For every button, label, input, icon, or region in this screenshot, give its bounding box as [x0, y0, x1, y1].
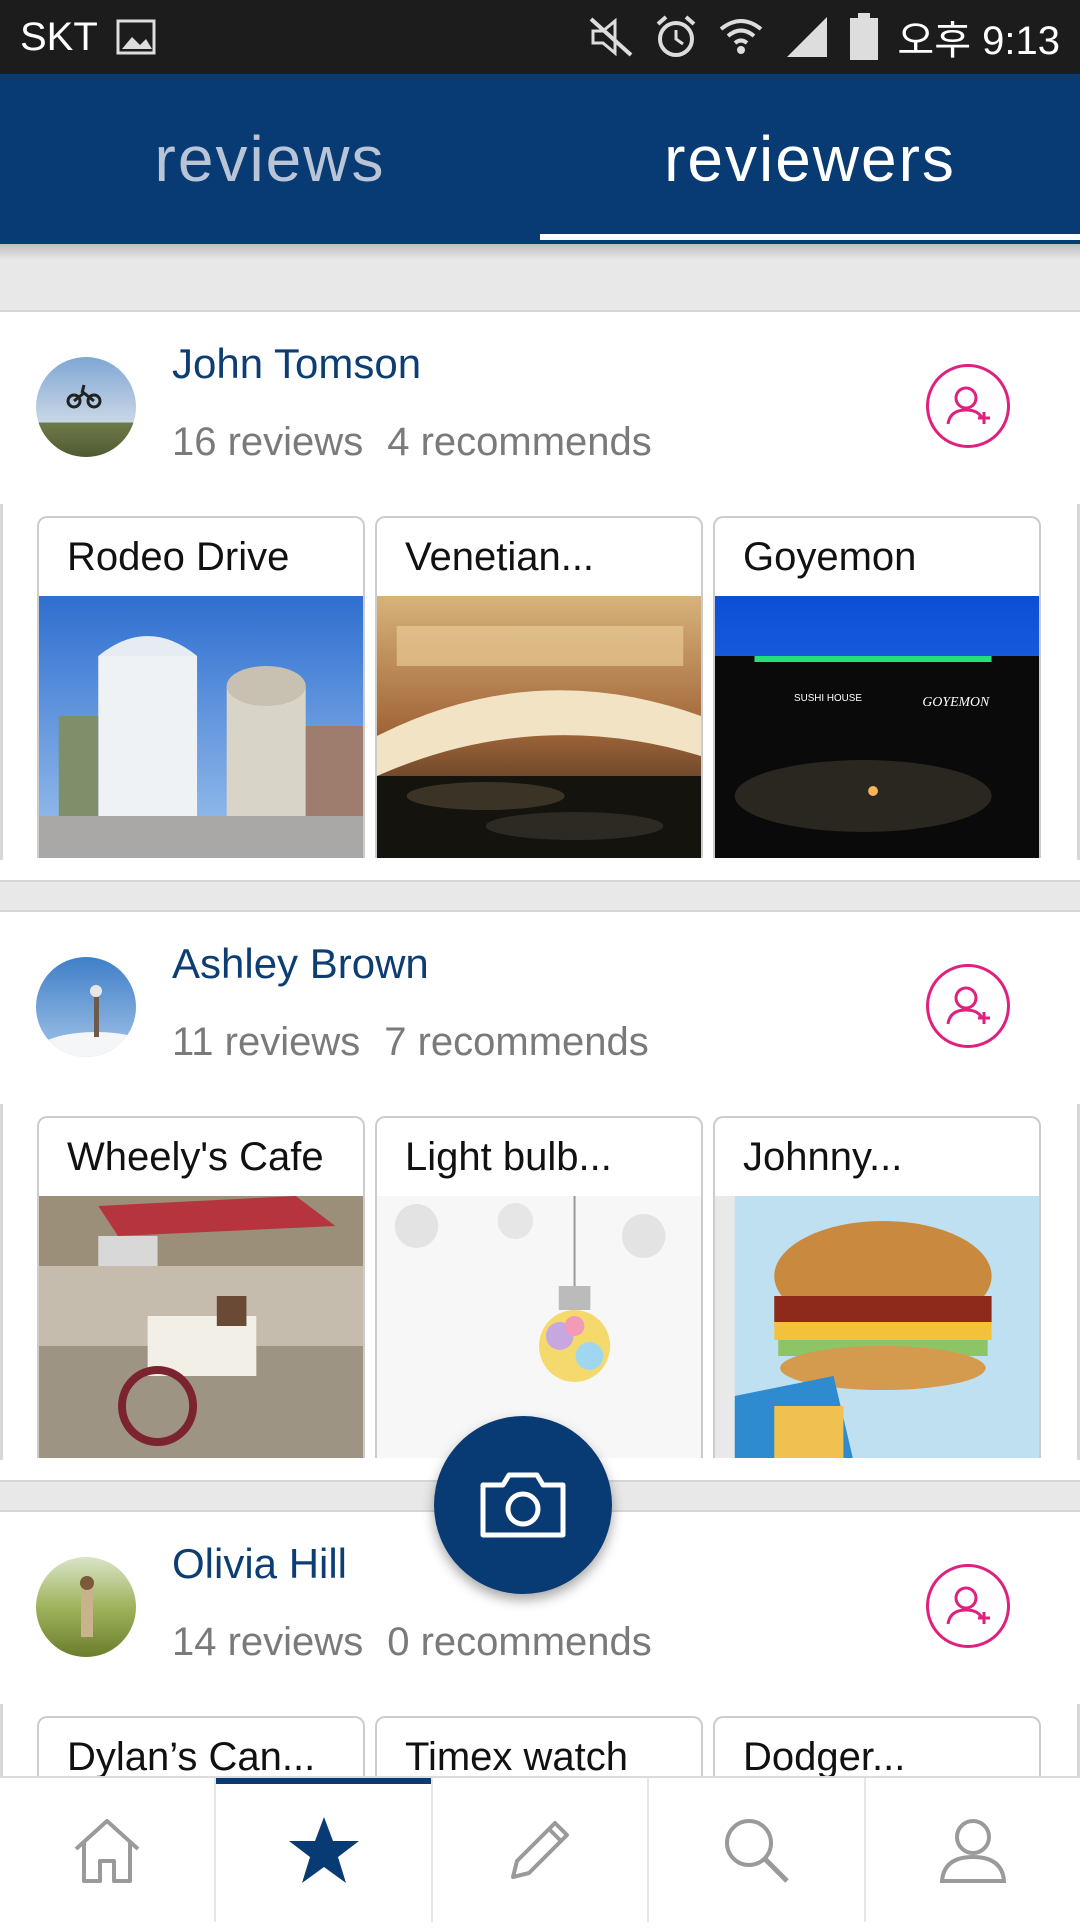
alarm-icon [653, 13, 699, 61]
avatar[interactable] [36, 1557, 136, 1657]
place-title: Light bulb... [405, 1135, 612, 1179]
avatar[interactable] [36, 957, 136, 1057]
nav-active-indicator [216, 1778, 431, 1784]
place-card[interactable]: Wheely's Cafe [37, 1116, 365, 1458]
tab-reviewers-label: reviewers [664, 123, 956, 195]
sign-text: GOYEMON [922, 695, 990, 710]
mute-icon [587, 13, 635, 61]
reviewer-name[interactable]: John Tomson [172, 340, 421, 388]
nav-write[interactable] [433, 1778, 650, 1922]
add-user-icon [946, 386, 990, 425]
carrier-label: SKT [20, 14, 98, 59]
place-photo [39, 1196, 363, 1458]
battery-icon [849, 13, 879, 61]
wifi-icon [717, 13, 765, 61]
place-title: Wheely's Cafe [67, 1135, 324, 1179]
camera-button[interactable] [434, 1416, 612, 1594]
nav-favorites[interactable] [216, 1778, 433, 1922]
place-photo [715, 1196, 1039, 1458]
reviewer-stats: 16 reviews 4 recommends [172, 420, 652, 465]
review-count: 16 reviews [172, 420, 364, 464]
add-user-icon [946, 986, 990, 1025]
signal-icon [783, 13, 831, 61]
place-photo: SUSHI HOUSE GOYEMON [715, 596, 1039, 858]
tab-reviewers[interactable]: reviewers [540, 74, 1080, 244]
search-icon [725, 1819, 790, 1883]
recommend-count: 7 recommends [384, 1020, 649, 1064]
places-row: Rodeo Drive Venetian... Goyemon SUSHI HO… [0, 504, 1080, 860]
pencil-icon [511, 1821, 570, 1879]
tab-bar: reviews reviewers [0, 74, 1080, 244]
place-card[interactable]: Venetian... [375, 516, 703, 858]
recommend-count: 0 recommends [387, 1620, 652, 1664]
header-shadow [0, 244, 1080, 260]
place-title: Johnny... [743, 1135, 903, 1179]
reviewer-card: John Tomson 16 reviews 4 recommends Rodeo… [0, 310, 1080, 882]
nav-search[interactable] [649, 1778, 866, 1922]
place-title: Venetian... [405, 535, 595, 579]
avatar[interactable] [36, 357, 136, 457]
add-user-icon [946, 1586, 990, 1625]
image-icon [116, 13, 156, 61]
tab-reviews-label: reviews [154, 123, 386, 195]
clock: 오후 9:13 [897, 19, 1060, 63]
reviewer-stats: 14 reviews 0 recommends [172, 1620, 652, 1665]
follow-button[interactable] [926, 964, 1010, 1048]
nav-profile[interactable] [866, 1778, 1080, 1922]
sign-subtitle: SUSHI HOUSE [794, 693, 862, 704]
place-title: Goyemon [743, 535, 917, 579]
star-icon [288, 1817, 359, 1883]
recommend-count: 4 recommends [387, 420, 652, 464]
camera-icon [480, 1472, 566, 1538]
reviewer-name[interactable]: Olivia Hill [172, 1540, 347, 1588]
places-row: Dylan’s Can... Timex watch Dodger... [0, 1704, 1080, 1794]
bottom-nav [0, 1776, 1080, 1922]
place-card[interactable]: Goyemon SUSHI HOUSE GOYEMON [713, 516, 1041, 858]
follow-button[interactable] [926, 364, 1010, 448]
home-icon [74, 1819, 140, 1883]
tab-reviews[interactable]: reviews [0, 74, 540, 244]
review-count: 14 reviews [172, 1620, 364, 1664]
follow-button[interactable] [926, 1564, 1010, 1648]
reviewer-stats: 11 reviews 7 recommends [172, 1020, 649, 1065]
status-bar: SKT 오후 9:13 [0, 0, 1080, 74]
place-photo [377, 596, 701, 858]
place-title: Rodeo Drive [67, 535, 290, 579]
places-row: Wheely's Cafe Light bulb... Johnny... [0, 1104, 1080, 1460]
profile-icon [939, 1819, 1007, 1883]
review-count: 11 reviews [172, 1020, 361, 1064]
place-card[interactable]: Light bulb... [375, 1116, 703, 1458]
reviewer-card: Ashley Brown 11 reviews 7 recommends Whee… [0, 910, 1080, 1482]
place-card[interactable]: Rodeo Drive [37, 516, 365, 858]
active-tab-indicator [540, 234, 1080, 240]
reviewer-name[interactable]: Ashley Brown [172, 940, 429, 988]
place-card[interactable]: Johnny... [713, 1116, 1041, 1458]
nav-home[interactable] [0, 1778, 217, 1922]
place-photo [39, 596, 363, 858]
